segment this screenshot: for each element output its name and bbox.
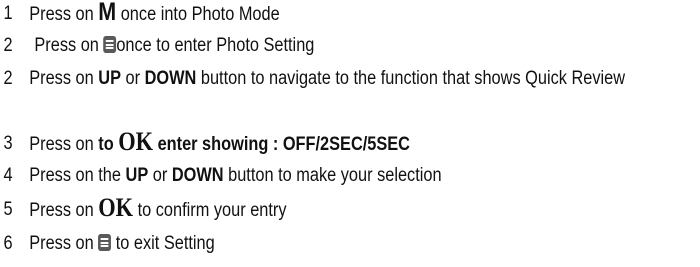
step-number: 2: [3, 68, 13, 89]
step-number: 1: [3, 3, 13, 24]
mode-key-label: M: [98, 0, 117, 26]
step-text: Press on the UP or DOWN button to make y…: [29, 164, 441, 187]
step-number: 6: [3, 233, 13, 254]
step-text: Press on to exit Setting: [29, 232, 214, 255]
text-segment: Press on: [29, 233, 99, 254]
text-segment: Press on: [29, 4, 99, 25]
text-segment: to confirm your entry: [133, 200, 287, 221]
text-segment: to: [98, 134, 119, 155]
step-number: 2: [3, 35, 13, 56]
text-segment: once to enter Photo Setting: [116, 35, 315, 56]
options-text: enter showing : OFF/2SEC/5SEC: [153, 134, 410, 155]
text-segment: Press on: [29, 200, 99, 221]
down-key-label: DOWN: [171, 165, 224, 186]
text-segment: or: [120, 68, 145, 89]
ok-key-label: OK: [118, 127, 154, 156]
text-segment: button to make your selection: [223, 165, 442, 186]
step-number: 5: [3, 199, 13, 220]
text-segment: once into Photo Mode: [116, 4, 280, 25]
down-key-label: DOWN: [144, 68, 197, 89]
step-number: 3: [3, 133, 13, 154]
step-text: Press on UP or DOWN button to navigate t…: [29, 67, 700, 90]
text-segment: button to navigate to the function that …: [196, 68, 626, 89]
step-text: Press on OK to confirm your entry: [29, 195, 287, 222]
text-segment: to exit Setting: [111, 233, 215, 254]
text-segment: Press on: [29, 68, 99, 89]
step-text: Press on to OK enter showing : OFF/2SEC/…: [29, 129, 410, 156]
text-segment: Press on: [34, 35, 104, 56]
up-key-label: UP: [98, 68, 121, 89]
menu-icon: [98, 234, 112, 251]
text-segment: Press on the: [29, 165, 126, 186]
menu-icon: [103, 36, 117, 53]
ok-key-label: OK: [98, 193, 134, 222]
up-key-label: UP: [125, 165, 149, 186]
text-segment: Press on: [29, 134, 99, 155]
step-text: Press on M once into Photo Mode: [29, 0, 280, 26]
step-text: Press on once to enter Photo Setting: [34, 34, 314, 57]
step-number: 4: [3, 165, 13, 186]
text-segment: or: [148, 165, 172, 186]
